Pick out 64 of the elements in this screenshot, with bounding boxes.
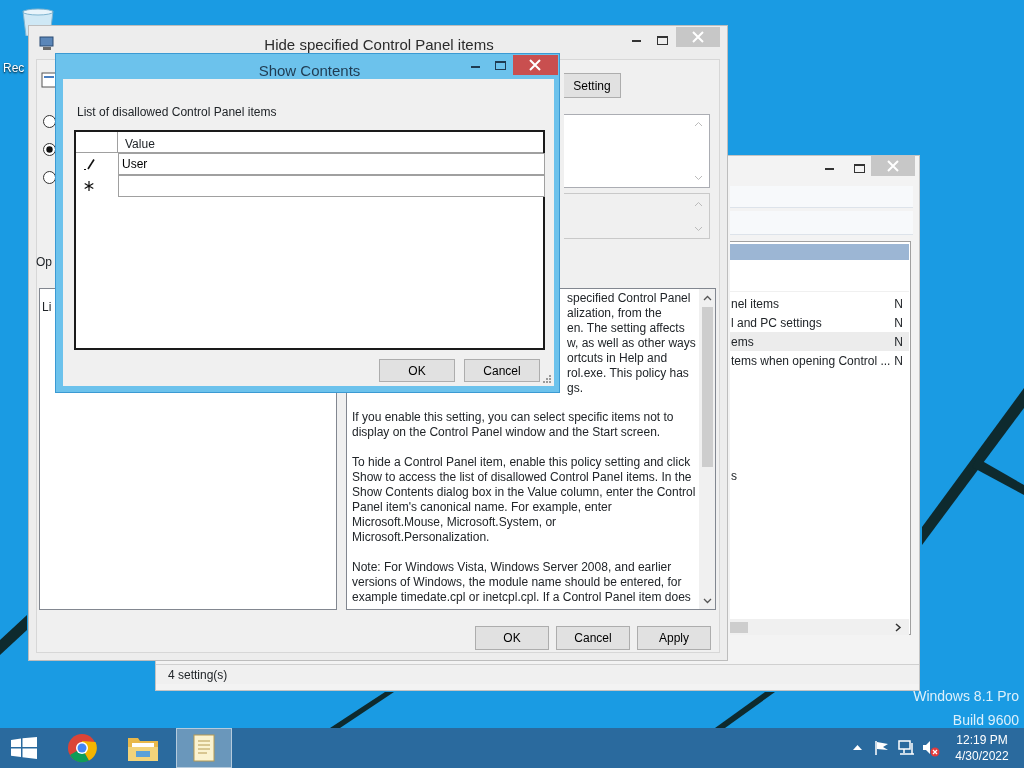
list-row[interactable]: ems N: [730, 332, 909, 351]
help-paragraph: If you enable this setting, you can select specific items not to display on the Control Panel window and the Start screen.: [352, 410, 675, 440]
setting-state: N: [894, 333, 903, 351]
help-text-line: w, as well as other ways: [567, 336, 696, 351]
taskbar-button[interactable]: [176, 728, 232, 768]
start-button[interactable]: [11, 737, 37, 759]
setting-name: s: [731, 468, 737, 485]
network-icon[interactable]: [898, 739, 916, 757]
muted-speaker-icon[interactable]: [922, 740, 940, 757]
scroll-right-icon[interactable]: [895, 623, 902, 632]
setting-name: nel items: [731, 295, 780, 313]
options-text: Li: [42, 299, 52, 316]
horizontal-scrollbar[interactable]: [730, 619, 909, 635]
help-text-line: rol.exe. This policy has: [567, 366, 689, 381]
watermark-text: Build 9600: [951, 711, 1019, 730]
window-title: Hide specified Control Panel items: [263, 35, 495, 55]
show-hidden-icons-icon[interactable]: [853, 745, 862, 751]
setting-name: tems when opening Control ...: [731, 352, 891, 370]
dialog-button[interactable]: OK: [475, 626, 549, 650]
dialog-title: Show Contents: [257, 61, 362, 81]
clock-time[interactable]: 12:19 PM: [948, 732, 1016, 748]
scroll-thumb[interactable]: [702, 307, 713, 467]
scroll-down-icon[interactable]: [703, 598, 712, 604]
resize-grip-icon[interactable]: [542, 374, 551, 383]
dialog-button[interactable]: Apply: [637, 626, 711, 650]
status-text: 4 setting(s): [168, 667, 228, 684]
setting-name: l and PC settings: [731, 314, 822, 332]
scroll-thumb[interactable]: [730, 622, 748, 633]
notepad-icon: [191, 733, 217, 763]
pencil-icon: [84, 158, 96, 170]
options-label: Op: [36, 254, 52, 271]
clock-date[interactable]: 4/30/2022: [948, 748, 1016, 764]
close-icon: [529, 59, 541, 71]
recycle-bin-label: Rec: [3, 60, 25, 77]
setting-state: N: [894, 314, 903, 332]
dialog-button[interactable]: Cancel: [556, 626, 630, 650]
help-text-line: specified Control Panel: [567, 291, 691, 306]
watermark-text: Windows 8.1 Pro: [913, 687, 1019, 706]
help-paragraph: Note: For Windows Vista, Windows Server 2008, and earlier versions of Windows, the module name should be entered, for example timedate.cpl or inetcpl.cpl. If a Control Panel item does: [352, 560, 692, 605]
value-cell[interactable]: User: [118, 153, 545, 175]
browser-icon: [67, 733, 97, 763]
close-icon: [887, 160, 899, 172]
help-text-line: en. The setting affects: [567, 321, 685, 336]
help-text-line: gs.: [567, 381, 583, 396]
value-cell[interactable]: [118, 175, 545, 197]
row-header-corner: [76, 132, 118, 153]
setting-state: N: [894, 352, 903, 370]
computer-icon: [39, 35, 55, 51]
list-label: List of disallowed Control Panel items: [77, 104, 277, 121]
setting-state: N: [894, 295, 903, 313]
close-icon: [692, 31, 704, 43]
help-text-line: alization, from the: [567, 306, 662, 321]
scroll-up-icon[interactable]: [703, 295, 712, 301]
policy-icon: [41, 72, 57, 88]
vertical-scrollbar[interactable]: [699, 289, 715, 609]
help-text-line: ortcuts in Help and: [567, 351, 668, 366]
help-paragraph: To hide a Control Panel item, enable this policy setting and click Show to access the list of disallowed Control Panel items. In the Show Contents dialog box in the Value column, enter the Control Panel item's canonical name. For example, enter Microsoft.Mouse, Microsoft.System, or Microsoft.Personalization.: [352, 455, 697, 545]
dialog-button[interactable]: OK: [379, 359, 455, 382]
flag-icon[interactable]: [874, 740, 890, 756]
close-button[interactable]: [513, 55, 558, 75]
next-setting-button[interactable]: Setting: [564, 73, 621, 98]
setting-name: ems: [731, 333, 754, 351]
new-row-icon: [84, 181, 94, 191]
dialog-button[interactable]: Cancel: [464, 359, 540, 382]
